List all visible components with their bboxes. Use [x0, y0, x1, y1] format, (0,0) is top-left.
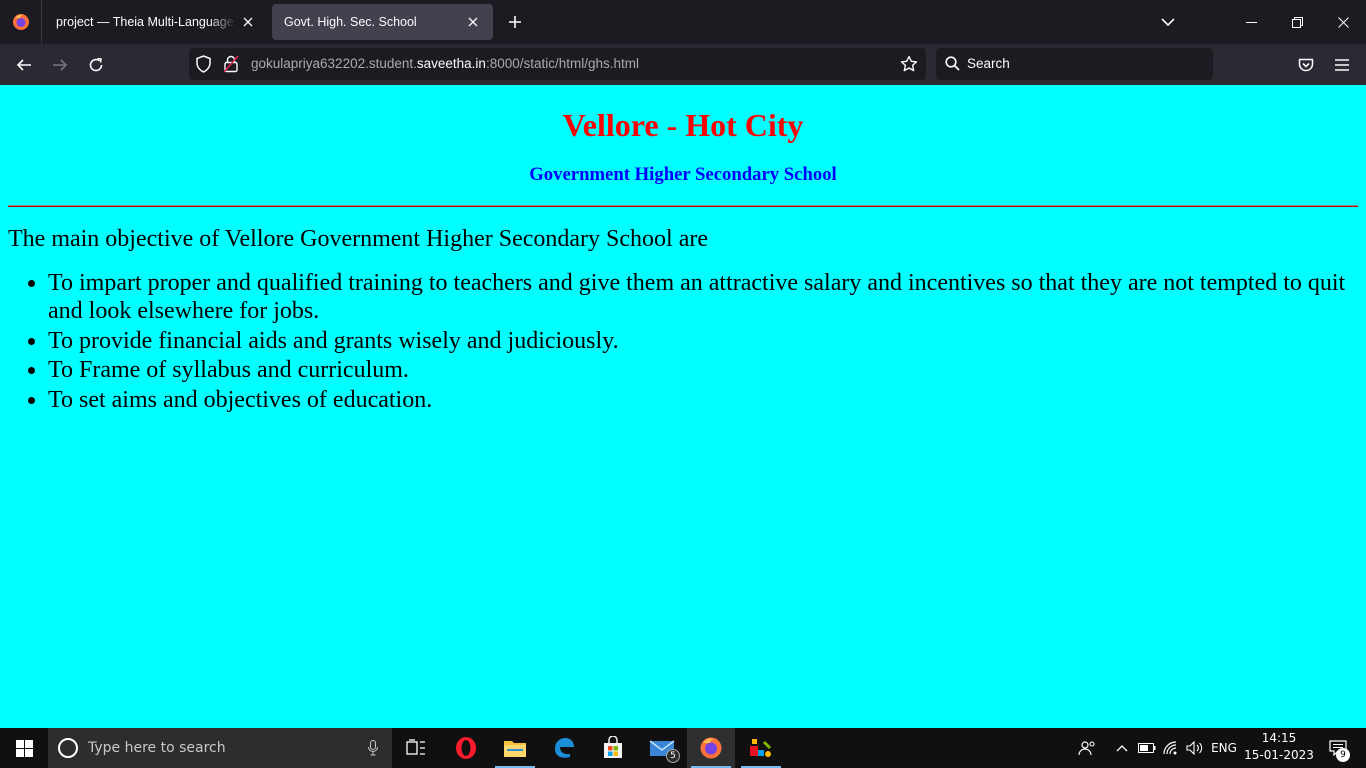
- windows-logo-icon: [15, 739, 33, 757]
- restore-button[interactable]: [1274, 0, 1320, 44]
- file-explorer-icon: [504, 741, 526, 757]
- battery-button[interactable]: [1136, 728, 1158, 768]
- people-icon: [1078, 741, 1095, 756]
- tracking-protection-shield-icon[interactable]: [195, 55, 212, 78]
- task-view-button[interactable]: [392, 728, 440, 768]
- address-bar[interactable]: gokulapriya632202.student.saveetha.in:80…: [189, 48, 926, 80]
- minimize-button[interactable]: [1228, 0, 1274, 44]
- opera-taskbar-button[interactable]: [442, 728, 490, 768]
- input-language-button[interactable]: ENG: [1208, 728, 1240, 768]
- close-icon: [1337, 16, 1349, 28]
- tab-govt-school[interactable]: Govt. High. Sec. School: [272, 4, 493, 40]
- action-center-button[interactable]: 9: [1318, 728, 1358, 768]
- pocket-icon: [1298, 58, 1314, 72]
- search-placeholder: Search: [967, 56, 1010, 71]
- taskbar-search-placeholder: Type here to search: [88, 740, 226, 756]
- url-text[interactable]: gokulapriya632202.student.saveetha.in:80…: [251, 48, 639, 80]
- horizontal-rule: [8, 205, 1358, 207]
- list-item: To Frame of syllabus and curriculum.: [48, 356, 1358, 384]
- firefox-view-button[interactable]: [0, 0, 42, 44]
- battery-icon: [1138, 743, 1156, 753]
- web-page-content: Vellore - Hot City Government Higher Sec…: [0, 85, 1366, 728]
- clock[interactable]: 14:15 15-01-2023: [1244, 730, 1314, 764]
- people-button[interactable]: [1074, 728, 1100, 768]
- tab-close-icon[interactable]: [240, 14, 256, 30]
- windows-taskbar: Type here to search 5 ENG 14:15 15-01-20…: [0, 728, 1366, 768]
- objectives-list: To impart proper and qualified training …: [48, 269, 1358, 414]
- url-host: saveetha.in: [416, 56, 486, 71]
- intro-paragraph: The main objective of Vellore Government…: [8, 226, 708, 252]
- navigation-toolbar: gokulapriya632202.student.saveetha.in:80…: [0, 44, 1366, 85]
- chevron-down-icon: [1161, 18, 1175, 27]
- edge-icon: [555, 738, 574, 758]
- mail-unread-badge: 5: [666, 749, 680, 763]
- url-path: :8000/static/html/ghs.html: [485, 56, 640, 71]
- back-button[interactable]: [8, 49, 40, 81]
- file-explorer-taskbar-button[interactable]: [491, 728, 539, 768]
- page-title: Vellore - Hot City: [562, 107, 804, 143]
- notification-count-badge: 9: [1336, 748, 1350, 762]
- paint-taskbar-button[interactable]: [737, 728, 785, 768]
- wifi-icon: [1163, 741, 1177, 755]
- app-menu-button[interactable]: [1326, 49, 1358, 81]
- url-prefix: gokulapriya632202.student.: [251, 56, 417, 71]
- browser-tab-strip: project — Theia Multi-Language Exp Govt.…: [0, 0, 1366, 44]
- tab-theia-project[interactable]: project — Theia Multi-Language Exp: [44, 4, 268, 40]
- list-all-tabs-button[interactable]: [1156, 10, 1180, 34]
- tab-title: Govt. High. Sec. School: [284, 15, 417, 29]
- volume-button[interactable]: [1184, 728, 1206, 768]
- clock-time: 14:15: [1261, 731, 1297, 745]
- list-item: To set aims and objectives of education.: [48, 386, 1358, 414]
- close-window-button[interactable]: [1320, 0, 1366, 44]
- opera-icon: [456, 737, 476, 759]
- page-subtitle: Government Higher Secondary School: [529, 164, 837, 185]
- tab-close-icon[interactable]: [465, 14, 481, 30]
- pocket-button[interactable]: [1290, 49, 1322, 81]
- taskbar-search-box[interactable]: Type here to search: [48, 728, 392, 768]
- bookmark-star-icon[interactable]: [900, 55, 918, 78]
- plus-icon: [509, 16, 521, 28]
- language-indicator: ENG: [1211, 741, 1237, 755]
- start-button[interactable]: [0, 728, 48, 768]
- speaker-icon: [1186, 741, 1203, 755]
- reload-icon: [89, 57, 103, 72]
- search-bar[interactable]: Search: [936, 48, 1213, 80]
- network-button[interactable]: [1160, 728, 1182, 768]
- forward-button[interactable]: [44, 49, 76, 81]
- minimize-icon: [1245, 21, 1257, 23]
- list-item: To impart proper and qualified training …: [48, 269, 1358, 325]
- store-icon: [604, 736, 622, 758]
- store-taskbar-button[interactable]: [589, 728, 637, 768]
- chevron-up-icon: [1116, 745, 1128, 752]
- insecure-lock-icon[interactable]: [223, 55, 239, 78]
- tab-title: project — Theia Multi-Language Exp: [56, 15, 236, 29]
- new-tab-button[interactable]: [503, 10, 527, 34]
- reload-button[interactable]: [80, 49, 112, 81]
- list-item: To provide financial aids and grants wis…: [48, 327, 1358, 355]
- task-view-icon: [406, 739, 425, 755]
- edge-taskbar-button[interactable]: [540, 728, 588, 768]
- cortana-icon: [58, 738, 78, 758]
- firefox-logo-icon: [12, 14, 29, 30]
- clock-date: 15-01-2023: [1244, 748, 1314, 762]
- hamburger-menu-icon: [1335, 59, 1349, 71]
- microphone-icon[interactable]: [368, 740, 378, 761]
- arrow-right-icon: [53, 59, 68, 71]
- firefox-taskbar-button[interactable]: [687, 728, 735, 768]
- firefox-icon: [700, 737, 722, 759]
- search-icon: [945, 56, 960, 76]
- mail-taskbar-button[interactable]: 5: [638, 728, 686, 768]
- restore-icon: [1291, 16, 1303, 28]
- arrow-left-icon: [16, 59, 31, 71]
- paint-app-icon: [750, 739, 772, 757]
- show-hidden-icons-button[interactable]: [1112, 728, 1132, 768]
